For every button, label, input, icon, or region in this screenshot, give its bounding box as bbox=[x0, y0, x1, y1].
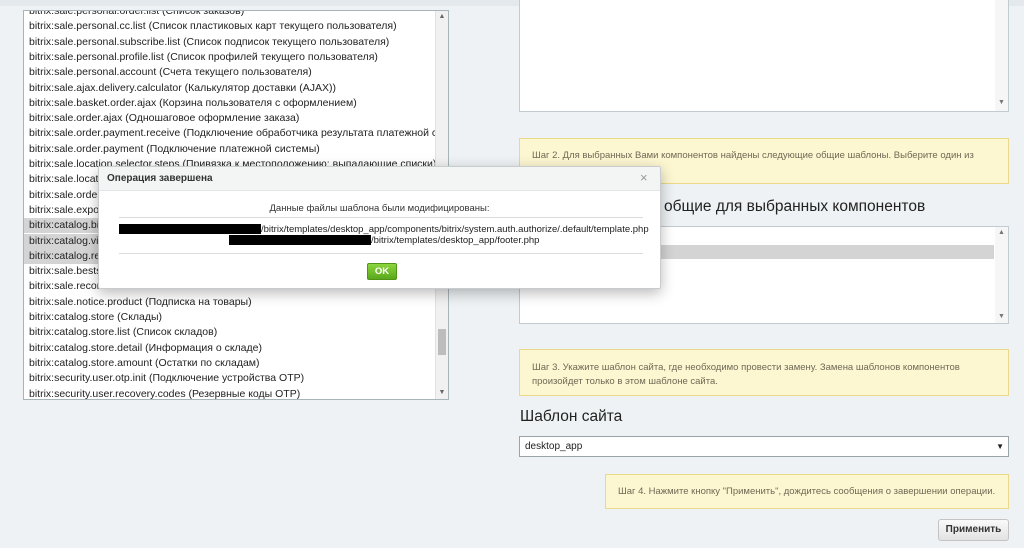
scroll-down-arrow-icon[interactable]: ▼ bbox=[995, 97, 1008, 109]
redacted-path bbox=[229, 235, 371, 246]
list-item[interactable]: bitrix:sale.notice.product (Подписка на … bbox=[24, 295, 435, 310]
site-template-select[interactable]: desktop_app ▼ bbox=[519, 436, 1009, 457]
list-item[interactable]: bitrix:sale.personal.account (Счета теку… bbox=[24, 65, 435, 80]
redacted-path bbox=[119, 224, 261, 235]
list-item[interactable]: bitrix:sale.personal.order.list (Список … bbox=[24, 11, 435, 19]
list-item[interactable]: bitrix:catalog.store.amount (Остатки по … bbox=[24, 356, 435, 371]
list-item[interactable]: bitrix:sale.order.payment (Подключение п… bbox=[24, 142, 435, 157]
components-textarea[interactable]: ▼ bbox=[519, 0, 1009, 112]
dialog-message: Данные файлы шаблона были модифицированы… bbox=[269, 203, 490, 214]
ok-button[interactable]: OK bbox=[367, 263, 397, 280]
modified-file-1: /bitrix/templates/desktop_app/components… bbox=[119, 224, 649, 235]
list-item[interactable]: bitrix:sale.order.payment.receive (Подкл… bbox=[24, 126, 435, 141]
common-templates-heading: общие для выбранных компонентов bbox=[664, 198, 926, 215]
list-item[interactable]: bitrix:sale.personal.subscribe.list (Спи… bbox=[24, 35, 435, 50]
selected-template-row[interactable] bbox=[660, 245, 994, 259]
list-item[interactable]: bitrix:security.user.recovery.codes (Рез… bbox=[24, 387, 435, 400]
list-item[interactable]: bitrix:catalog.store (Склады) bbox=[24, 310, 435, 325]
list-item[interactable]: bitrix:sale.ajax.delivery.calculator (Ка… bbox=[24, 81, 435, 96]
dialog-title: Операция завершена bbox=[107, 173, 213, 184]
site-template-title: Шаблон сайта bbox=[520, 408, 623, 425]
list-item[interactable]: bitrix:sale.basket.order.ajax (Корзина п… bbox=[24, 96, 435, 111]
list-item[interactable]: bitrix:catalog.store.detail (Информация … bbox=[24, 341, 435, 356]
dialog-divider-top bbox=[119, 217, 643, 218]
modified-file-1-path: /bitrix/templates/desktop_app/components… bbox=[261, 224, 649, 235]
operation-complete-dialog: Операция завершена × Данные файлы шаблон… bbox=[98, 166, 661, 289]
scroll-up-arrow-icon[interactable]: ▲ bbox=[436, 11, 448, 23]
modified-file-2-path: /bitrix/templates/desktop_app/footer.php bbox=[371, 235, 540, 246]
step4-note: Шаг 4. Нажмите кнопку "Применить", дожди… bbox=[605, 474, 1009, 509]
list-item[interactable]: bitrix:sale.order.ajax (Одношаговое офор… bbox=[24, 111, 435, 126]
apply-button[interactable]: Применить bbox=[938, 519, 1009, 541]
textarea-scrollbar[interactable]: ▼ bbox=[995, 0, 1008, 111]
scroll-up-arrow-icon[interactable]: ▲ bbox=[995, 227, 1008, 239]
list-item[interactable]: bitrix:sale.personal.profile.list (Списо… bbox=[24, 50, 435, 65]
list-item[interactable]: bitrix:sale.personal.cc.list (Список пла… bbox=[24, 19, 435, 34]
close-icon[interactable]: × bbox=[640, 170, 648, 186]
chevron-down-icon: ▼ bbox=[996, 442, 1004, 451]
scrollbar-thumb[interactable] bbox=[438, 329, 446, 355]
dialog-header: Операция завершена × bbox=[99, 167, 660, 191]
scroll-down-arrow-icon[interactable]: ▼ bbox=[436, 387, 448, 399]
site-template-selected-value: desktop_app bbox=[525, 441, 583, 452]
scroll-down-arrow-icon[interactable]: ▼ bbox=[995, 311, 1008, 323]
modified-file-2: /bitrix/templates/desktop_app/footer.php bbox=[229, 235, 539, 246]
step3-note: Шаг 3. Укажите шаблон сайта, где необход… bbox=[519, 349, 1009, 396]
listbox-scrollbar[interactable]: ▲ ▼ bbox=[995, 227, 1008, 323]
list-item[interactable]: bitrix:catalog.store.list (Список складо… bbox=[24, 325, 435, 340]
list-item[interactable]: bitrix:security.user.otp.init (Подключен… bbox=[24, 371, 435, 386]
dialog-divider-bottom bbox=[119, 253, 643, 254]
